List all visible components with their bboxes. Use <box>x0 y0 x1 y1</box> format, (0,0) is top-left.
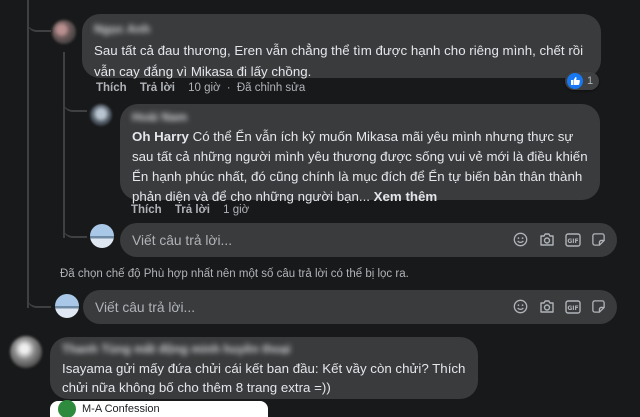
comment-bubble: Ngọc Anh Sau tất cả đau thương, Eren vẫn… <box>82 14 601 79</box>
comment-bubble: Thanh Tùng mất động minh huyền thoại Isa… <box>50 337 478 399</box>
avatar[interactable] <box>90 104 112 126</box>
avatar[interactable] <box>52 20 76 44</box>
reply-input[interactable]: Viết câu trả lời... GIF <box>83 290 617 324</box>
page-logo <box>58 400 76 417</box>
gif-icon[interactable]: GIF <box>564 231 581 248</box>
comment-author[interactable]: Hoài Nam <box>132 107 187 127</box>
reaction-count: 1 <box>587 75 594 87</box>
emoji-icon[interactable] <box>512 298 529 315</box>
gif-icon[interactable]: GIF <box>564 298 581 315</box>
avatar[interactable] <box>10 336 42 368</box>
like-button[interactable]: Thích <box>131 204 162 216</box>
preview-title: M-A Confession <box>82 403 160 415</box>
sticker-icon[interactable] <box>590 231 607 248</box>
reply-button[interactable]: Trả lời <box>175 204 210 216</box>
current-user-avatar[interactable] <box>55 294 79 318</box>
comment-text: Sau tất cả đau thương, Eren vẫn chẳng th… <box>94 43 584 79</box>
reaction-badge[interactable]: 1 <box>565 72 600 90</box>
link-preview[interactable]: M-A Confession <box>50 400 268 417</box>
like-icon <box>567 73 583 89</box>
thread-line-reply <box>63 52 65 238</box>
timestamp[interactable]: 1 giờ <box>223 204 249 216</box>
reply-placeholder: Viết câu trả lời... <box>132 232 233 248</box>
comment-actions: Thích Trả lời 1 giờ <box>131 204 249 216</box>
comment-actions: Thích Trả lời 10 giờ · Đã chỉnh sửa <box>96 82 306 94</box>
edited-label: Đã chỉnh sửa <box>236 82 306 94</box>
comment-text: Có thể Ển vẫn ích kỷ muốn Mikasa mãi yêu… <box>132 129 588 204</box>
emoji-icon[interactable] <box>512 231 529 248</box>
reply-input[interactable]: Viết câu trả lời... GIF <box>120 223 617 257</box>
thread-branch-reply <box>63 96 87 112</box>
reply-placeholder: Viết câu trả lời... <box>95 299 196 315</box>
filter-notice: Đã chọn chế độ Phù hợp nhất nên một số c… <box>60 268 409 280</box>
like-button[interactable]: Thích <box>96 82 127 94</box>
comment-text: Isayama gửi mấy đứa chửi cái kết ban đầu… <box>62 361 466 395</box>
thread-line-main <box>27 0 29 308</box>
camera-icon[interactable] <box>538 231 555 248</box>
comment-bubble: Hoài Nam Oh Harry Có thể Ển vẫn ích kỷ m… <box>120 104 600 204</box>
thread-branch-top <box>27 18 51 32</box>
camera-icon[interactable] <box>538 298 555 315</box>
svg-text:GIF: GIF <box>567 305 578 312</box>
comment-author[interactable]: Ngọc Anh <box>94 19 150 40</box>
svg-text:GIF: GIF <box>567 238 578 245</box>
see-more-link[interactable]: Xem thêm <box>374 189 438 204</box>
mention-tag[interactable]: Oh Harry <box>132 129 189 144</box>
thread-branch-input <box>63 222 87 238</box>
sticker-icon[interactable] <box>590 298 607 315</box>
reply-button[interactable]: Trả lời <box>140 82 175 94</box>
comment-author[interactable]: Thanh Tùng mất động minh huyền thoại <box>62 340 291 359</box>
timestamp[interactable]: 10 giờ <box>188 82 220 94</box>
thread-branch-main-input <box>27 292 51 308</box>
current-user-avatar[interactable] <box>90 224 114 248</box>
